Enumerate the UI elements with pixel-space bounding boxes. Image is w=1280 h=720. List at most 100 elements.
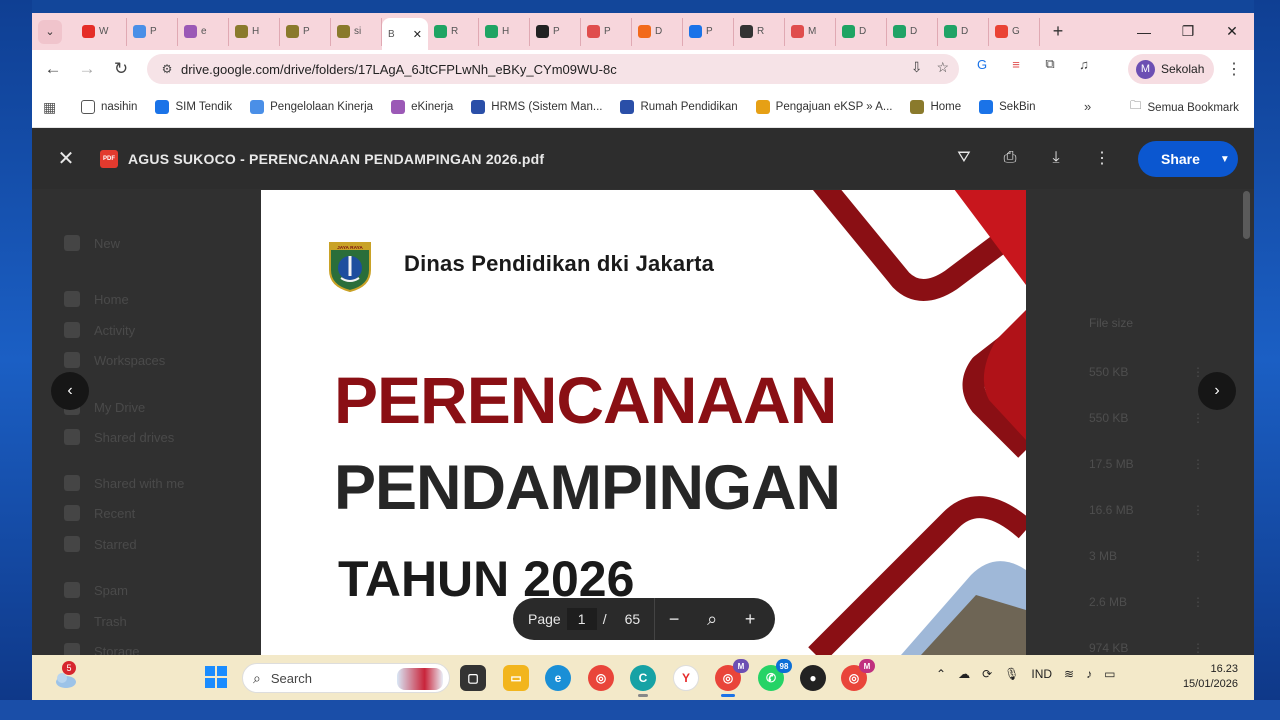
wifi-icon[interactable]: ≋ bbox=[1064, 667, 1074, 681]
tab[interactable]: si bbox=[331, 17, 382, 46]
tab[interactable]: R bbox=[734, 17, 785, 46]
browser-menu-icon[interactable]: ⋮ bbox=[1226, 59, 1242, 79]
tab-favicon-icon bbox=[689, 25, 702, 38]
desktop-background-left bbox=[0, 0, 32, 720]
tab[interactable]: M bbox=[785, 17, 836, 46]
zoom-in-icon[interactable]: + bbox=[731, 609, 769, 630]
tab[interactable]: D bbox=[836, 17, 887, 46]
next-file-icon[interactable]: › bbox=[1198, 372, 1236, 410]
drive-sidebar-label: Trash bbox=[94, 613, 127, 629]
drive-sidebar-item: Trash bbox=[64, 613, 127, 629]
bookmark-item[interactable]: HRMS (Sistem Man... bbox=[471, 100, 602, 114]
tab[interactable]: D bbox=[887, 17, 938, 46]
forward-button[interactable]: → bbox=[70, 52, 104, 86]
close-tab-icon[interactable]: ✕ bbox=[413, 28, 422, 41]
bookmark-item[interactable]: nasihin bbox=[81, 100, 137, 114]
tab[interactable]: H bbox=[229, 17, 280, 46]
new-tab-button[interactable]: + bbox=[1048, 21, 1068, 42]
close-window-button[interactable]: ✕ bbox=[1210, 13, 1254, 50]
all-bookmarks-folder[interactable]: 🗀 Semua Bookmark bbox=[1130, 98, 1239, 117]
install-app-icon[interactable]: ⇩ bbox=[911, 59, 923, 76]
bookmark-item[interactable]: Rumah Pendidikan bbox=[620, 100, 738, 114]
whatsapp-icon[interactable]: ✆ 98 bbox=[758, 659, 792, 691]
tab-label: P bbox=[303, 26, 310, 37]
tab-favicon-icon bbox=[82, 25, 95, 38]
address-bar[interactable]: ⚙ drive.google.com/drive/folders/17LAgA_… bbox=[147, 54, 959, 84]
url-text[interactable]: drive.google.com/drive/folders/17LAgA_6J… bbox=[181, 62, 617, 77]
show-hidden-icons-icon[interactable]: ⌃ bbox=[936, 667, 946, 681]
download-icon[interactable]: ⤓ bbox=[1044, 146, 1068, 170]
clock[interactable]: 16.23 15/01/2026 bbox=[1170, 662, 1238, 692]
microphone-icon[interactable]: 🎙 bbox=[1004, 667, 1019, 681]
chrome-second-icon[interactable]: ◎ M bbox=[841, 659, 875, 691]
tab[interactable]: D bbox=[632, 17, 683, 46]
zoom-magnifier-icon[interactable]: ⌕ bbox=[693, 609, 731, 630]
previous-file-icon[interactable]: ‹ bbox=[51, 372, 89, 410]
translate-extension-icon[interactable]: G bbox=[972, 54, 992, 74]
print-icon[interactable]: ⎙ bbox=[998, 146, 1022, 170]
back-button[interactable]: ← bbox=[36, 52, 70, 86]
language-indicator[interactable]: IND bbox=[1031, 667, 1052, 681]
taskbar-search-box[interactable]: ⌕ Search bbox=[242, 663, 450, 693]
restore-button[interactable]: ❐ bbox=[1166, 13, 1210, 50]
site-info-icon[interactable]: ⚙ bbox=[153, 62, 181, 76]
media-controls-icon[interactable]: ♫ bbox=[1074, 54, 1094, 74]
puzzle-extensions-icon[interactable]: ⧉ bbox=[1040, 54, 1060, 74]
tab-active[interactable]: B ✕ bbox=[382, 18, 428, 50]
tab[interactable]: P bbox=[280, 17, 331, 46]
bookmark-item[interactable]: Pengajuan eKSP » A... bbox=[755, 100, 892, 114]
volume-icon[interactable]: ♪ bbox=[1086, 667, 1092, 681]
obs-studio-icon[interactable]: ● bbox=[800, 665, 826, 691]
bookmark-item[interactable]: Home bbox=[910, 100, 961, 114]
reload-button[interactable]: ↻ bbox=[104, 52, 138, 86]
share-dropdown-icon[interactable]: ▼ bbox=[1220, 154, 1230, 165]
profile-name: Sekolah bbox=[1161, 62, 1205, 76]
chrome-browser-icon[interactable]: ◎ bbox=[588, 665, 614, 691]
avatar: M bbox=[1136, 59, 1155, 79]
tab[interactable]: G bbox=[989, 17, 1040, 46]
add-to-drive-icon[interactable]: ⛛ bbox=[952, 146, 976, 170]
minimize-button[interactable]: — bbox=[1122, 13, 1166, 50]
profile-chip[interactable]: M Sekolah bbox=[1128, 54, 1214, 84]
tab[interactable]: D bbox=[938, 17, 989, 46]
chrome-profile-icon[interactable]: ◎ M bbox=[715, 659, 749, 697]
task-view-icon[interactable]: ▢ bbox=[460, 665, 486, 691]
tab-favicon-icon bbox=[184, 25, 197, 38]
tab[interactable]: e bbox=[178, 17, 229, 46]
tab[interactable]: P bbox=[127, 17, 178, 46]
cloud-sync-icon[interactable]: ☁ bbox=[958, 667, 970, 681]
row-more-icon: ⋮ bbox=[1192, 549, 1204, 563]
tab-search-button[interactable]: ⌄ bbox=[38, 19, 62, 44]
bookmark-item[interactable]: SIM Tendik bbox=[155, 100, 232, 114]
refresh-sync-icon[interactable]: ⟳ bbox=[982, 667, 992, 681]
tab[interactable]: P bbox=[530, 17, 581, 46]
bookmark-item[interactable]: eKinerja bbox=[391, 100, 453, 114]
more-bookmarks-icon[interactable]: » bbox=[1084, 99, 1091, 114]
tab[interactable]: R bbox=[428, 17, 479, 46]
tab-label: D bbox=[655, 26, 663, 37]
share-button[interactable]: Share ▼ bbox=[1138, 141, 1238, 177]
search-icon: ⌕ bbox=[253, 669, 261, 686]
tab[interactable]: H bbox=[479, 17, 530, 46]
battery-icon[interactable]: ▭ bbox=[1104, 667, 1115, 681]
copilot-icon[interactable]: C bbox=[630, 665, 656, 697]
page-number-input[interactable]: 1 bbox=[566, 608, 597, 630]
more-options-icon[interactable]: ⋮ bbox=[1090, 146, 1114, 170]
file-explorer-icon[interactable]: ▭ bbox=[503, 665, 529, 691]
windows-start-icon[interactable] bbox=[205, 666, 227, 688]
bookmark-star-icon[interactable]: ☆ bbox=[936, 59, 949, 76]
close-viewer-icon[interactable]: ✕ bbox=[32, 146, 100, 171]
edge-browser-icon[interactable]: e bbox=[545, 665, 571, 691]
chrome-profile-badge: M bbox=[733, 659, 749, 673]
tab[interactable]: W bbox=[76, 17, 127, 46]
tab[interactable]: P bbox=[581, 17, 632, 46]
zoom-out-icon[interactable]: − bbox=[655, 609, 693, 630]
tab[interactable]: P bbox=[683, 17, 734, 46]
bookmark-item[interactable]: SekBin bbox=[979, 100, 1036, 114]
bookmark-item[interactable]: Pengelolaan Kinerja bbox=[250, 100, 373, 114]
yandex-browser-icon[interactable]: Y bbox=[673, 665, 699, 691]
vertical-scrollbar[interactable] bbox=[1243, 191, 1250, 239]
bookmark-list: nasihin SIM Tendik Pengelolaan Kinerja eKin… bbox=[63, 100, 1036, 114]
apps-grid-icon[interactable]: ▦ bbox=[43, 99, 63, 116]
list-extension-icon[interactable]: ≡ bbox=[1006, 54, 1026, 74]
